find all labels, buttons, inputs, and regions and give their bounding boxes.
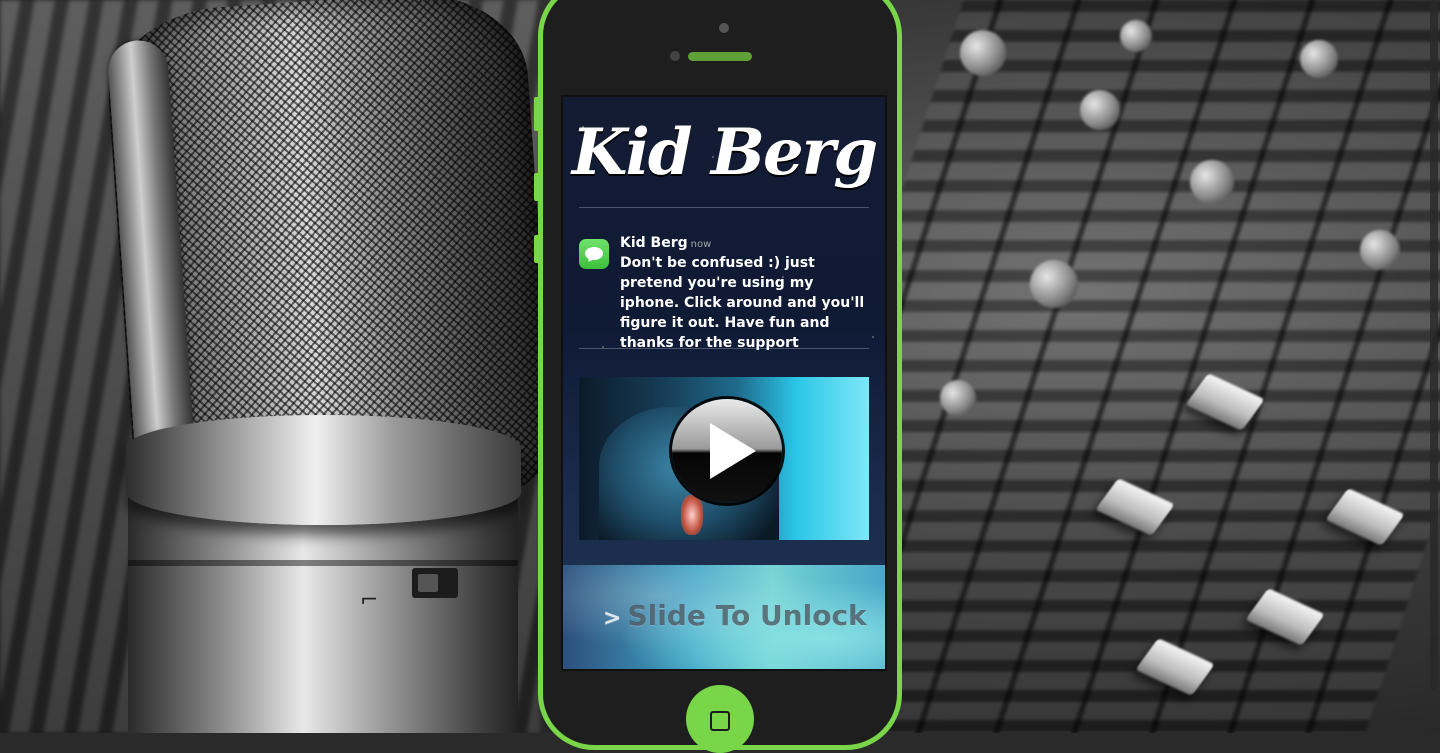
kid-berg-logo: Kid Berg — [571, 115, 878, 190]
phone-screen: Kid Berg Kid Berg now Don't be confused :… — [561, 95, 887, 671]
home-button[interactable] — [686, 685, 754, 753]
notification-text: Kid Berg now Don't be confused :) just pr… — [620, 235, 870, 353]
home-square-icon — [710, 711, 730, 731]
microphone-collar — [126, 415, 521, 525]
slide-arrow-icon: > — [603, 606, 622, 631]
console-knob — [1120, 20, 1152, 52]
studio-microphone: ⌐ — [102, 0, 558, 733]
video-light — [681, 495, 703, 535]
microphone-ring — [128, 560, 518, 566]
notification-sender: Kid Berg — [620, 235, 688, 251]
phone-frame: Kid Berg Kid Berg now Don't be confused :… — [534, 0, 902, 753]
notification-time: now — [690, 239, 712, 250]
phone-sensor-dot — [719, 23, 729, 33]
console-knob — [940, 380, 976, 416]
video-player[interactable] — [579, 377, 869, 540]
phone-volume-down — [534, 235, 540, 263]
console-knob — [1030, 260, 1078, 308]
notification-message: Don't be confused :) just pretend you're… — [620, 255, 865, 351]
console-knob — [1080, 90, 1120, 130]
slide-to-unlock-bar[interactable]: > Slide To Unlock — [563, 565, 885, 669]
play-icon[interactable] — [672, 399, 782, 503]
messages-icon — [579, 239, 609, 269]
page-scrollbar[interactable] — [1430, 0, 1438, 690]
console-knob — [1360, 230, 1400, 270]
phone-mute-switch — [534, 97, 540, 131]
microphone-marking: ⌐ — [360, 588, 379, 613]
slide-to-unlock[interactable]: > Slide To Unlock — [603, 599, 867, 632]
phone-earpiece — [688, 52, 752, 61]
notification-header: Kid Berg now — [620, 235, 870, 251]
console-knob — [960, 30, 1006, 76]
phone-volume-up — [534, 173, 540, 201]
console-knob — [1300, 40, 1338, 78]
microphone-switch — [412, 568, 458, 598]
console-knob — [1190, 160, 1234, 204]
slide-to-unlock-label: Slide To Unlock — [627, 599, 867, 632]
divider — [579, 207, 869, 208]
divider — [579, 348, 869, 349]
phone-camera — [670, 51, 680, 61]
